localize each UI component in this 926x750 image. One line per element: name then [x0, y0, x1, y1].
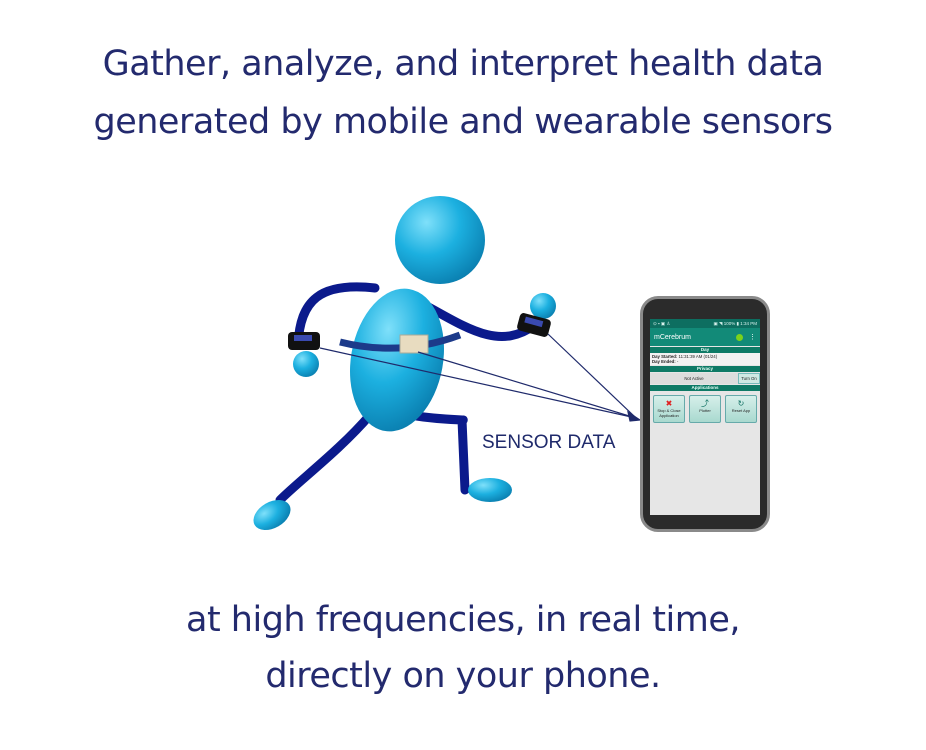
reset-app-button[interactable]: ↻ Reset App: [725, 395, 757, 423]
menu-icon[interactable]: ⋮: [749, 333, 756, 341]
left-foot: [253, 499, 291, 531]
day-ended-label: Day Ended:: [652, 359, 676, 364]
footer-line-1: at high frequencies, in real time,: [186, 600, 741, 640]
right-leg: [405, 410, 470, 495]
phone-screen: ⊙ ▪ ▣ ♙ ▣ ◥ 100% ▮ 1:34 PM mCerebrum ⋮ Day…: [650, 319, 760, 515]
refresh-icon: ↻: [737, 399, 745, 408]
privacy-status: Not Active: [650, 373, 738, 384]
sensor-data-label: SENSOR DATA: [482, 432, 616, 453]
day-ended-value: -: [676, 359, 679, 364]
plotter-button[interactable]: ⤴ Plotter: [689, 395, 721, 423]
day-info: Day Started: 11:31:39 AM (01/24) Day Ende…: [650, 353, 760, 365]
app-bar: mCerebrum ⋮: [650, 328, 760, 346]
stop-close-app-button[interactable]: ✖ Stop & Close Application: [653, 395, 685, 423]
app-label: Plotter: [699, 408, 711, 413]
footer-line-2: directly on your phone.: [265, 656, 661, 696]
chest-sensor-icon: [399, 334, 429, 354]
right-foot: [468, 478, 512, 502]
status-icons: ⊙ ▪ ▣ ♙: [653, 320, 671, 326]
left-hand: [293, 351, 319, 377]
head: [395, 196, 485, 284]
privacy-header: Privacy: [650, 366, 760, 372]
left-leg: [275, 410, 375, 505]
smartphone: ⊙ ▪ ▣ ♙ ▣ ◥ 100% ▮ 1:34 PM mCerebrum ⋮ Day…: [640, 296, 770, 532]
status-indicator-icon: [736, 333, 743, 341]
day-started-value: 11:31:39 AM (01/24): [678, 354, 718, 359]
turn-on-button[interactable]: Turn On: [738, 373, 760, 384]
app-label: Reset App: [731, 408, 751, 413]
status-time: ▣ ◥ 100% ▮ 1:34 PM: [713, 320, 757, 326]
close-icon: ✖: [665, 399, 673, 408]
app-title: mCerebrum: [654, 333, 691, 341]
chart-icon: ⤴: [701, 399, 709, 408]
status-bar: ⊙ ▪ ▣ ♙ ▣ ◥ 100% ▮ 1:34 PM: [650, 319, 760, 328]
app-label: Stop & Close Application: [657, 408, 681, 418]
right-hand: [530, 293, 556, 319]
